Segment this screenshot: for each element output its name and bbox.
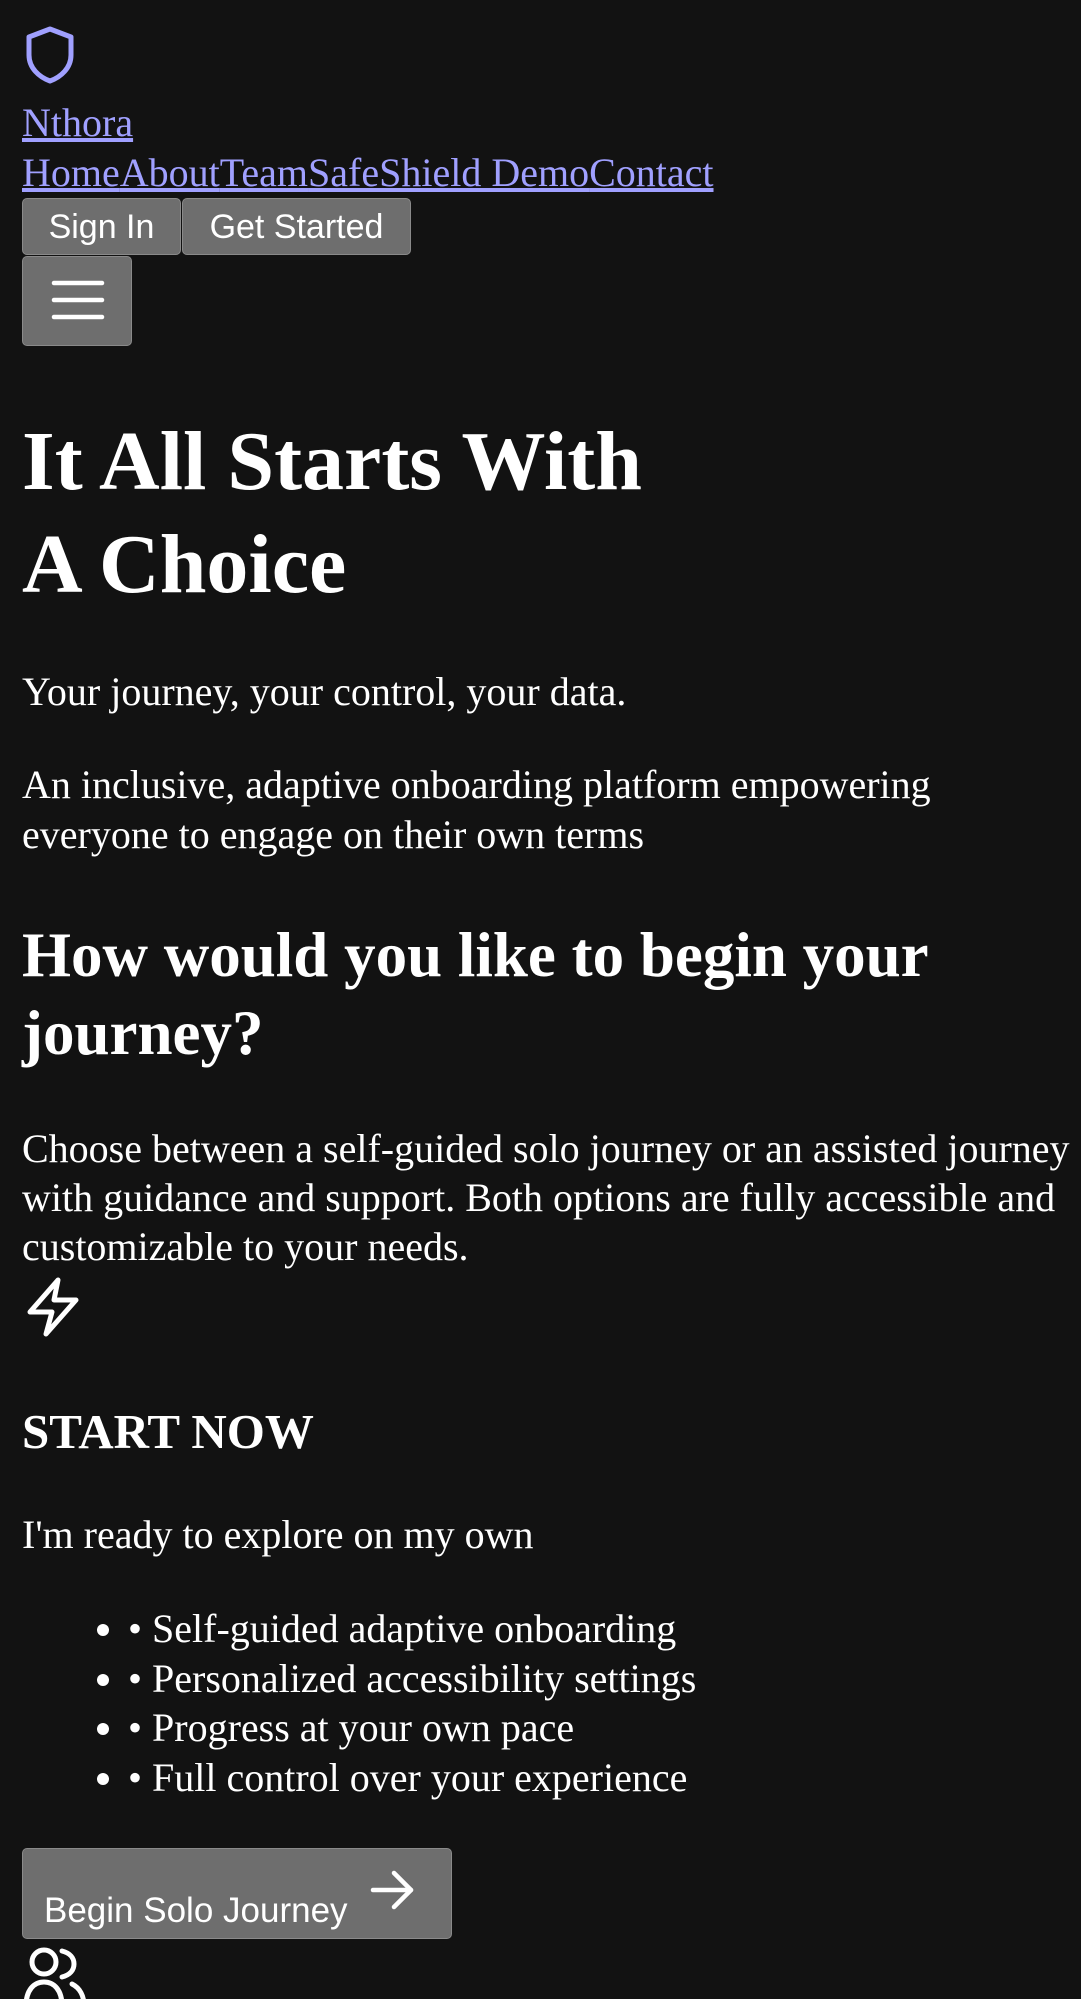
menu-icon xyxy=(51,280,105,320)
menu-button[interactable] xyxy=(22,256,132,346)
begin-solo-journey-button[interactable]: Begin Solo Journey xyxy=(22,1848,452,1939)
lightning-icon xyxy=(27,1277,79,1337)
users-icon xyxy=(24,1947,86,1999)
page: Nthora HomeAboutTeamSafeShield DemoConta… xyxy=(0,0,1081,1999)
list-item: • Progress at your own pace xyxy=(128,1703,696,1753)
hero-title-line1: It All Starts With xyxy=(22,415,642,508)
list-item: • Full control over your experience xyxy=(128,1753,696,1803)
hero-title-line2: A Choice xyxy=(22,518,347,611)
hero-title: It All Starts With A Choice xyxy=(22,410,922,616)
nav-safeshield-demo-link[interactable]: SafeShield Demo xyxy=(308,150,589,195)
brand-link[interactable]: Nthora xyxy=(22,98,133,148)
begin-solo-journey-label: Begin Solo Journey xyxy=(44,1891,348,1930)
nav-home-link[interactable]: Home xyxy=(22,150,120,195)
get-started-button[interactable]: Get Started xyxy=(182,198,411,255)
list-item: • Self-guided adaptive onboarding xyxy=(128,1604,696,1654)
shield-icon[interactable] xyxy=(22,24,78,84)
nav-about-link[interactable]: About xyxy=(120,150,220,195)
arrow-right-icon xyxy=(370,1870,414,1910)
choice-heading: How would you like to begin your journey… xyxy=(22,920,928,1068)
nav-contact-link[interactable]: Contact xyxy=(589,150,713,195)
nav-team-link[interactable]: Team xyxy=(220,150,308,195)
list-item: • Personalized accessibility settings xyxy=(128,1654,696,1704)
sign-in-button[interactable]: Sign In xyxy=(22,198,181,255)
auth-buttons: Sign In Get Started xyxy=(22,198,411,255)
hero-description: An inclusive, adaptive onboarding platfo… xyxy=(22,762,931,857)
solo-feature-list: • Self-guided adaptive onboarding • Pers… xyxy=(22,1604,696,1802)
start-now-heading: START NOW xyxy=(22,1404,314,1459)
solo-subtitle: I'm ready to explore on my own xyxy=(22,1512,534,1557)
hero-tagline: Your journey, your control, your data. xyxy=(22,669,627,714)
main-nav: HomeAboutTeamSafeShield DemoContact xyxy=(22,148,714,198)
choice-text: Choose between a self-guided solo journe… xyxy=(22,1126,1070,1269)
